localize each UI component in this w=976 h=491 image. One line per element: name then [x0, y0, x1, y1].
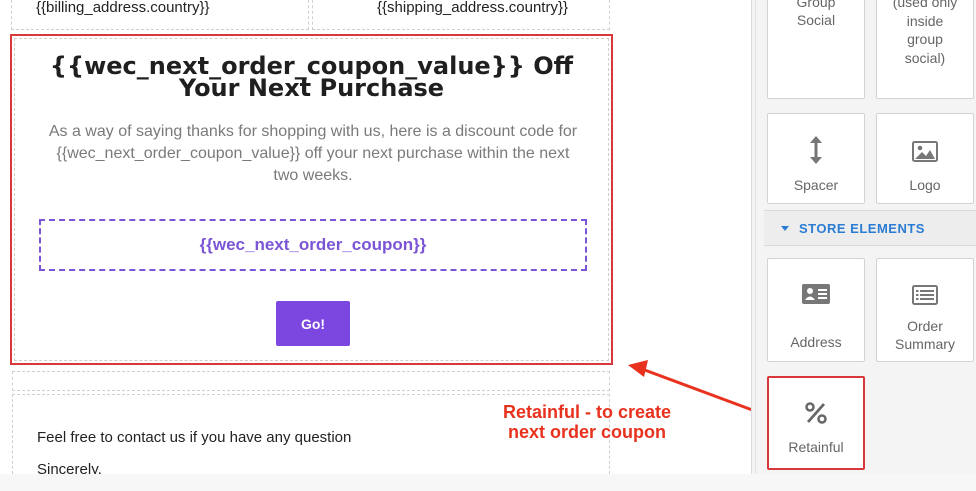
address-card-icon — [802, 284, 830, 304]
store-elements-title: STORE ELEMENTS — [799, 220, 925, 236]
group-social-label: Group Social — [796, 0, 836, 28]
percent-icon — [805, 402, 827, 424]
store-elements-header[interactable]: STORE ELEMENTS — [764, 210, 976, 246]
annotation-arrow-icon — [628, 360, 756, 413]
panel-divider — [755, 0, 756, 474]
logo-tile[interactable]: Logo — [876, 113, 974, 204]
billing-country-text: {{billing_address.country}} — [36, 0, 210, 16]
retainful-tile[interactable]: Retainful — [767, 376, 865, 470]
spacer-tile[interactable]: Spacer — [767, 113, 865, 204]
vertical-resize-icon — [810, 136, 822, 164]
order-summary-tile[interactable]: Order Summary — [876, 258, 974, 362]
footer-sincerely-text: Sincerely, — [37, 461, 102, 474]
order-summary-label: Order Summary — [895, 318, 955, 352]
social-inside-group-label: (used only inside group social) — [892, 0, 958, 66]
billing-country-cell[interactable]: {{billing_address.country}} — [11, 0, 309, 30]
coupon-description: As a way of saying thanks for shopping w… — [48, 123, 578, 184]
spacer-row[interactable] — [12, 371, 610, 391]
address-label: Address — [790, 334, 842, 350]
shipping-country-cell[interactable]: {{shipping_address.country}} — [312, 0, 610, 30]
next-order-coupon-block[interactable]: {{wec_next_order_coupon_value}} Off Your… — [10, 34, 613, 365]
social-inside-group-tile[interactable]: (used only inside group social) — [876, 0, 974, 99]
logo-label: Logo — [909, 177, 941, 193]
coupon-code: {{wec_next_order_coupon}} — [199, 235, 427, 254]
coupon-title: {{wec_next_order_coupon_value}} Off Your… — [49, 52, 574, 102]
coupon-code-box: {{wec_next_order_coupon}} — [39, 219, 587, 271]
coupon-block-inner: {{wec_next_order_coupon_value}} Off Your… — [14, 38, 609, 361]
group-social-tile[interactable]: Group Social — [767, 0, 865, 99]
retainful-label: Retainful — [788, 439, 844, 455]
address-tile[interactable]: Address — [767, 258, 865, 362]
go-button[interactable]: Go! — [276, 301, 350, 346]
spacer-label: Spacer — [793, 177, 839, 193]
image-icon — [912, 141, 938, 162]
caret-down-icon — [781, 225, 789, 231]
list-icon — [912, 285, 938, 305]
footer-contact-text: Feel free to contact us if you have any … — [37, 429, 352, 446]
shipping-country-text: {{shipping_address.country}} — [377, 0, 568, 16]
bottom-bar — [0, 474, 976, 491]
